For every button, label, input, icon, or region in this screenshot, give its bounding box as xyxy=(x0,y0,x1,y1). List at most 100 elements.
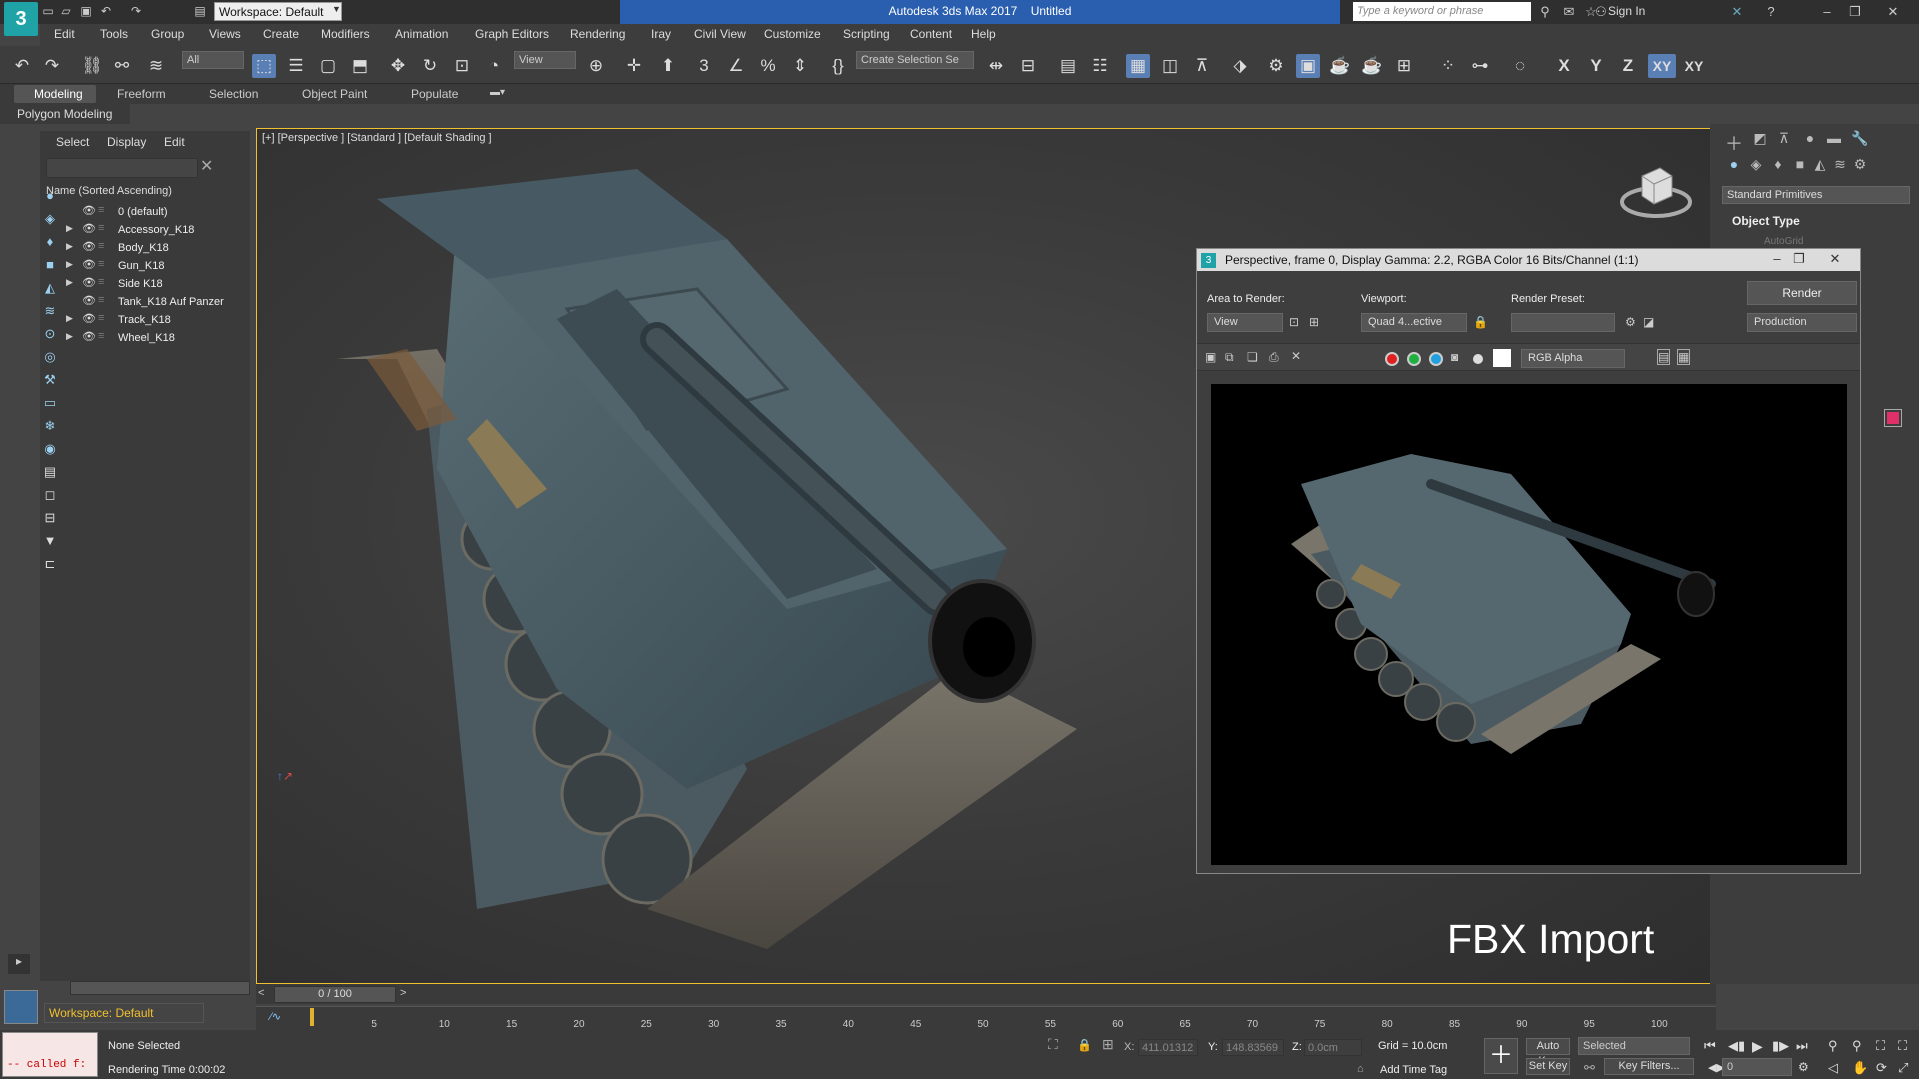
set-key-icon[interactable]: ＋ xyxy=(1484,1038,1518,1074)
menu-help[interactable]: Help xyxy=(971,27,996,41)
lasso-icon[interactable]: ◌ xyxy=(1508,54,1532,78)
app-logo[interactable]: 3 xyxy=(4,2,38,36)
swatch-icon[interactable] xyxy=(1493,349,1511,367)
scene-item[interactable]: ▶ 👁 ≡ Accessory_K18 xyxy=(40,221,250,239)
tab-populate[interactable]: Populate xyxy=(411,87,458,101)
layer-toggle-icon[interactable] xyxy=(4,990,38,1024)
visibility-icon[interactable]: 👁 xyxy=(82,204,96,217)
zoom-extents-icon[interactable]: ⛶ xyxy=(1876,1038,1885,1054)
select-object-icon[interactable]: ⬚ xyxy=(252,54,276,78)
axis-z-button[interactable]: Z xyxy=(1616,54,1640,78)
snaps-toggle-icon[interactable]: 3 xyxy=(692,54,716,78)
production-dropdown[interactable]: Production xyxy=(1747,313,1857,332)
visibility-icon[interactable]: 👁 xyxy=(82,312,96,325)
ref-coord-dropdown[interactable]: View xyxy=(514,51,576,69)
menu-graph-editors[interactable]: Graph Editors xyxy=(475,27,549,41)
zoom-all-icon[interactable]: ⚲ xyxy=(1852,1038,1862,1054)
rect-selection-icon[interactable]: ▢ xyxy=(316,54,340,78)
isolate-icon[interactable]: ⛶ xyxy=(1048,1036,1058,1053)
move-icon[interactable]: ✥ xyxy=(386,54,410,78)
selection-filter-dropdown[interactable]: All xyxy=(182,51,244,69)
display-none-icon[interactable]: ◻ xyxy=(40,485,60,505)
green-channel-icon[interactable] xyxy=(1407,352,1421,366)
ruler-icon[interactable]: ⊶ xyxy=(1468,54,1492,78)
display-bones-icon[interactable]: ⚒ xyxy=(40,370,60,390)
menu-edit[interactable]: Edit xyxy=(54,27,75,41)
expand-arrow-icon[interactable]: ▶ xyxy=(66,277,73,288)
time-config-icon[interactable]: ⚙ xyxy=(1798,1060,1809,1074)
zoom-icon[interactable]: ⚲ xyxy=(1828,1038,1838,1054)
scene-menu-display[interactable]: Display xyxy=(107,135,146,149)
lights-icon[interactable]: ♦ xyxy=(1768,156,1788,176)
render-preset-dropdown[interactable] xyxy=(1511,313,1615,332)
undo-icon[interactable]: ↶ xyxy=(98,3,114,19)
display-hidden-icon[interactable]: ◉ xyxy=(40,439,60,459)
key-selection-dropdown[interactable]: Selected xyxy=(1578,1037,1690,1055)
axis-y-button[interactable]: Y xyxy=(1584,54,1608,78)
fov-icon[interactable]: ◁ xyxy=(1828,1060,1838,1076)
modify-tab-icon[interactable]: ◩ xyxy=(1750,130,1770,150)
visibility-icon[interactable]: 👁 xyxy=(82,240,96,253)
monochrome-icon[interactable] xyxy=(1473,354,1483,364)
scene-explorer-scrollbar[interactable] xyxy=(70,981,250,995)
auto-region-icon[interactable]: ⊞ xyxy=(1309,315,1319,329)
select-by-name-icon[interactable]: ☰ xyxy=(284,54,308,78)
time-slider[interactable]: 0 / 100 xyxy=(274,986,396,1003)
visibility-icon[interactable]: 👁 xyxy=(82,330,96,343)
maxscript-listener[interactable]: -- called f: xyxy=(2,1032,98,1077)
expand-arrow-icon[interactable]: ▶ xyxy=(66,241,73,252)
rendered-frame-icon[interactable]: ▣ xyxy=(1296,54,1320,78)
expand-arrow-icon[interactable]: ▶ xyxy=(66,331,73,342)
copy-image-icon[interactable]: ⧉ xyxy=(1225,350,1234,365)
close-icon[interactable]: ✕ xyxy=(1884,4,1902,20)
track-bar[interactable]: 5 10 15 20 25 30 35 40 45 50 55 60 65 70 75 80 85 90 95 100 xyxy=(256,1006,1716,1030)
filter-icon[interactable]: ▼ xyxy=(40,531,60,551)
link-icon[interactable]: ⛓ xyxy=(80,54,104,78)
binoculars-icon[interactable]: ⚲ xyxy=(1536,4,1554,20)
ribbon-panel-title[interactable]: Polygon Modeling xyxy=(0,104,130,124)
render-cloud-icon[interactable]: ⊞ xyxy=(1392,54,1416,78)
display-groups-icon[interactable]: ⊙ xyxy=(40,324,60,344)
mirror-icon[interactable]: ⇹ xyxy=(984,54,1008,78)
lock-icon[interactable]: 🔒 xyxy=(1473,315,1488,329)
next-key-icon[interactable]: ▮▶ xyxy=(1772,1038,1789,1054)
menu-civil-view[interactable]: Civil View xyxy=(694,27,746,41)
go-to-end-icon[interactable]: ⏭ xyxy=(1796,1038,1808,1054)
alpha-channel-icon[interactable]: ◙ xyxy=(1451,350,1458,364)
display-helpers-icon[interactable]: ◭ xyxy=(40,278,60,298)
exchange-icon[interactable]: ✕ xyxy=(1728,4,1746,20)
expand-arrow-icon[interactable]: ▶ xyxy=(66,259,73,270)
object-type-rollout[interactable]: Object Type xyxy=(1732,214,1800,228)
scene-menu-edit[interactable]: Edit xyxy=(164,135,185,149)
menu-tools[interactable]: Tools xyxy=(100,27,128,41)
scene-menu-select[interactable]: Select xyxy=(56,135,89,149)
add-time-tag[interactable]: Add Time Tag xyxy=(1380,1064,1447,1076)
edit-region-icon[interactable]: ⊡ xyxy=(1289,315,1299,329)
orbit-icon[interactable]: ⟳ xyxy=(1876,1060,1887,1076)
toggle-panel-icon[interactable]: ▦ xyxy=(1677,349,1691,365)
print-icon[interactable]: ⎙ xyxy=(1269,350,1279,365)
undo-icon[interactable]: ↶ xyxy=(10,54,34,78)
scene-item[interactable]: ▶ 👁 ≡ Track_K18 xyxy=(40,311,250,329)
display-containers-icon[interactable]: ▭ xyxy=(40,393,60,413)
menu-customize[interactable]: Customize xyxy=(764,27,821,41)
render-production-icon[interactable]: ☕ xyxy=(1328,54,1352,78)
display-cameras-icon[interactable]: ■ xyxy=(40,255,60,275)
systems-icon[interactable]: ⚙ xyxy=(1850,156,1870,176)
unlink-icon[interactable]: ⚯ xyxy=(110,54,134,78)
viewport-label[interactable]: [+] [Perspective ] [Standard ] [Default … xyxy=(262,132,492,144)
render-button[interactable]: Render xyxy=(1747,281,1857,305)
maximize-viewport-icon[interactable]: ⤢ xyxy=(1898,1060,1908,1076)
render-setup-icon[interactable]: ⚙ xyxy=(1625,315,1636,329)
search-input[interactable]: Type a keyword or phrase xyxy=(1353,2,1531,21)
bind-space-warp-icon[interactable]: ≋ xyxy=(144,54,168,78)
hierarchy-tab-icon[interactable]: ⊼ xyxy=(1774,130,1794,150)
display-geometry-icon[interactable]: ● xyxy=(40,186,60,206)
utilities-tab-icon[interactable]: 🔧 xyxy=(1850,130,1870,150)
axis-xy-button[interactable]: XY xyxy=(1648,54,1676,78)
visibility-icon[interactable]: 👁 xyxy=(82,276,96,289)
toggle-ribbon-icon[interactable]: ☷ xyxy=(1088,54,1112,78)
scene-explorer-icon[interactable]: ▦ xyxy=(1126,54,1150,78)
scene-item[interactable]: 👁 ≡ 0 (default) xyxy=(40,203,250,221)
pivot-icon[interactable]: ⊕ xyxy=(584,54,608,78)
